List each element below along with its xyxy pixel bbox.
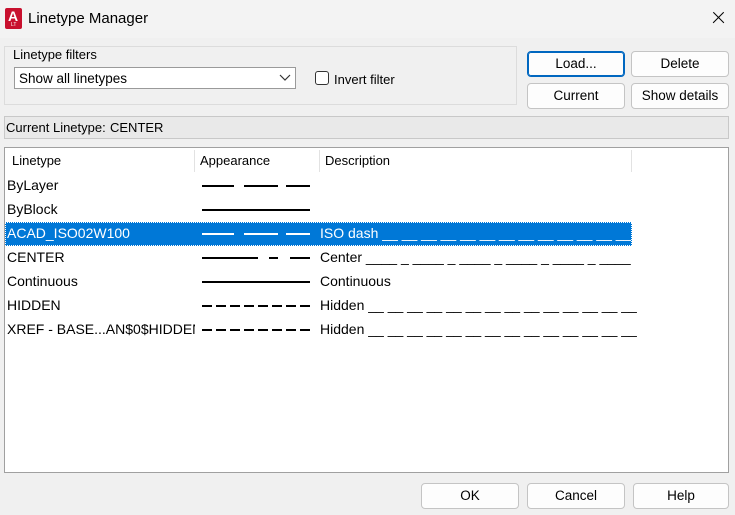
cancel-button[interactable]: Cancel	[527, 483, 625, 509]
table-row[interactable]: HIDDEN Hidden __ __ __ __ __ __ __ __ __ …	[5, 294, 637, 318]
column-header-appearance[interactable]: Appearance	[200, 148, 270, 173]
help-button[interactable]: Help	[633, 483, 729, 509]
linetype-description: Center ____ _ ____ _ ____ _ ____ _ ____ …	[320, 249, 631, 265]
column-divider[interactable]	[194, 150, 195, 172]
linetype-description: ISO dash __ __ __ __ __ __ __ __ __ __ _…	[320, 225, 632, 241]
chevron-down-icon	[279, 74, 291, 81]
title-bar: A LT Linetype Manager	[0, 0, 735, 38]
linetype-name: Continuous	[7, 273, 78, 289]
show-details-button[interactable]: Show details	[631, 83, 729, 109]
close-icon[interactable]	[704, 4, 734, 32]
linetype-name: ByBlock	[7, 201, 58, 217]
column-divider[interactable]	[319, 150, 320, 172]
current-linetype-bar: Current Linetype: CENTER	[4, 116, 729, 139]
linetype-appearance-preview	[202, 185, 312, 187]
linetype-name: CENTER	[7, 249, 65, 265]
current-linetype-value: CENTER	[110, 120, 164, 135]
linetype-appearance-preview	[202, 257, 312, 259]
column-header-linetype[interactable]: Linetype	[12, 148, 61, 173]
current-linetype-label: Current Linetype:	[6, 120, 106, 135]
table-row[interactable]: Continuous Continuous	[5, 270, 632, 294]
column-header-description[interactable]: Description	[325, 148, 390, 173]
linetype-filter-dropdown[interactable]: Show all linetypes	[14, 67, 296, 89]
table-row[interactable]: CENTER Center ____ _ ____ _ ____ _ ____ _…	[5, 246, 632, 270]
table-row[interactable]: ByBlock	[5, 198, 632, 222]
linetype-pattern	[202, 257, 310, 259]
window-title: Linetype Manager	[28, 10, 149, 27]
load-button[interactable]: Load...	[527, 51, 625, 77]
table-row[interactable]: XREF - BASE...AN$0$HIDDEN Hidden __ __ __…	[5, 318, 637, 342]
autocad-app-icon: A LT	[5, 8, 22, 29]
table-row[interactable]: ACAD_ISO02W100 ISO dash __ __ __ __ __ __…	[5, 222, 632, 246]
linetype-name: HIDDEN	[7, 297, 61, 313]
invert-filter-label: Invert filter	[334, 72, 395, 87]
linetype-appearance-preview	[202, 305, 312, 307]
invert-filter-checkbox[interactable]	[315, 71, 329, 85]
current-button[interactable]: Current	[527, 83, 625, 109]
linetype-name: XREF - BASE...AN$0$HIDDEN	[7, 321, 195, 337]
linetype-list[interactable]: Linetype Appearance Description ByLayer B…	[4, 147, 729, 473]
column-divider[interactable]	[631, 150, 632, 172]
linetype-description: Hidden __ __ __ __ __ __ __ __ __ __ __ …	[320, 297, 637, 313]
filter-selected-value: Show all linetypes	[19, 71, 128, 86]
linetype-appearance-preview	[202, 329, 312, 331]
linetype-pattern	[202, 233, 310, 235]
linetype-pattern	[202, 329, 310, 331]
linetype-pattern	[202, 209, 310, 211]
linetype-description: Hidden __ __ __ __ __ __ __ __ __ __ __ …	[320, 321, 637, 337]
linetype-pattern	[202, 281, 310, 283]
delete-button[interactable]: Delete	[631, 51, 729, 77]
linetype-name: ACAD_ISO02W100	[7, 225, 130, 241]
linetype-filters-legend: Linetype filters	[13, 47, 97, 62]
linetype-pattern	[202, 185, 310, 187]
linetype-appearance-preview	[202, 233, 312, 235]
ok-button[interactable]: OK	[421, 483, 519, 509]
linetype-appearance-preview	[202, 281, 312, 283]
linetype-description: Continuous	[320, 273, 391, 289]
table-row[interactable]: ByLayer	[5, 174, 632, 198]
linetype-pattern	[202, 305, 310, 307]
linetype-appearance-preview	[202, 209, 312, 211]
linetype-name: ByLayer	[7, 177, 59, 193]
